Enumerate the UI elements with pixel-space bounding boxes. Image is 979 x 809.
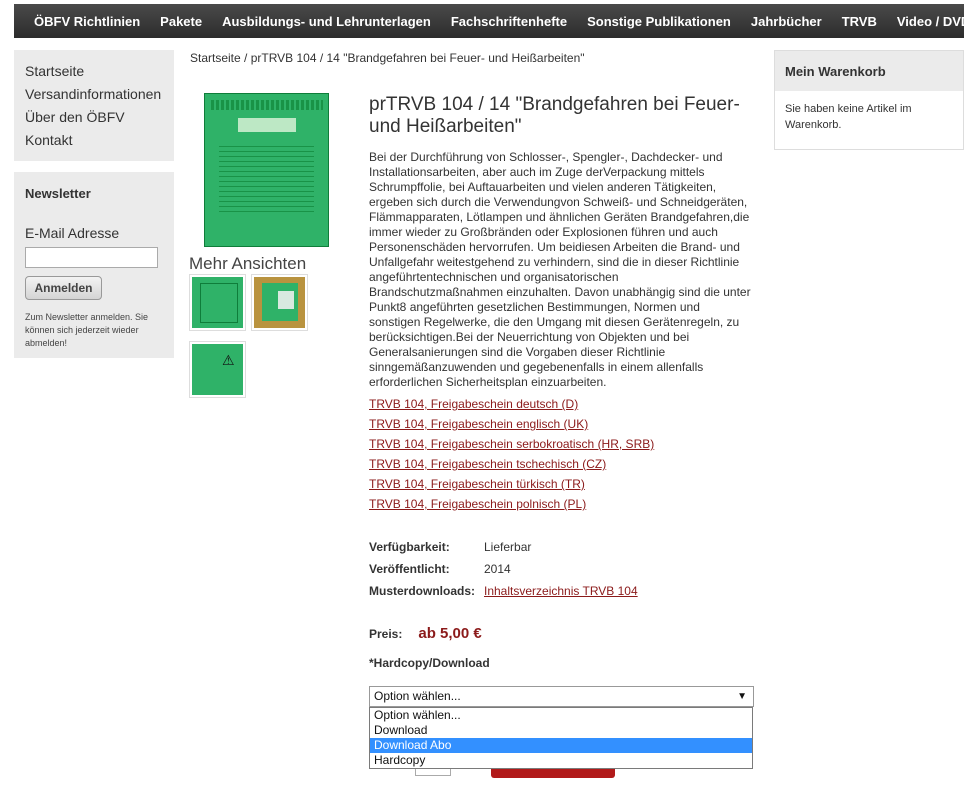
nav-video-dvd[interactable]: Video / DVD bbox=[887, 14, 979, 29]
nav-trvb[interactable]: TRVB bbox=[832, 14, 887, 29]
link-freigabeschein-de[interactable]: TRVB 104, Freigabeschein deutsch (D) bbox=[369, 394, 654, 414]
newsletter-box: Newsletter E-Mail Adresse Anmelden Zum N… bbox=[14, 172, 174, 358]
attr-value: Lieferbar bbox=[484, 540, 532, 554]
sidebar-item-ueber-den-oebfv[interactable]: Über den ÖBFV bbox=[25, 106, 163, 129]
breadcrumb: Startseite / prTRVB 104 / 14 "Brandgefah… bbox=[190, 51, 585, 65]
cart-title: Mein Warenkorb bbox=[775, 51, 963, 91]
product-description: Bei der Durchführung von Schlosser-, Spe… bbox=[369, 150, 751, 389]
link-freigabeschein-cz[interactable]: TRVB 104, Freigabeschein tschechisch (CZ… bbox=[369, 454, 654, 474]
attr-sample-downloads: Musterdownloads: Inhaltsverzeichnis TRVB… bbox=[369, 580, 638, 602]
price-label: Preis: bbox=[369, 627, 403, 641]
link-freigabeschein-uk[interactable]: TRVB 104, Freigabeschein englisch (UK) bbox=[369, 414, 654, 434]
more-views-heading: Mehr Ansichten bbox=[189, 254, 307, 273]
email-label: E-Mail Adresse bbox=[25, 225, 120, 241]
dropdown-arrow-icon: ▼ bbox=[737, 691, 747, 702]
nav-ausbildungsunterlagen[interactable]: Ausbildungs- und Lehrunterlagen bbox=[212, 14, 441, 29]
email-field[interactable] bbox=[25, 247, 158, 268]
attr-published: Veröffentlicht: 2014 bbox=[369, 558, 638, 580]
attr-availability: Verfügbarkeit: Lieferbar bbox=[369, 536, 638, 558]
cover-text-lines bbox=[219, 142, 314, 214]
price-value: ab 5,00 € bbox=[418, 625, 482, 642]
newsletter-title: Newsletter bbox=[25, 186, 91, 201]
link-freigabeschein-pl[interactable]: TRVB 104, Freigabeschein polnisch (PL) bbox=[369, 494, 654, 514]
select-value: Option wählen... bbox=[374, 689, 461, 703]
cover-header-decoration bbox=[211, 100, 323, 110]
download-links: TRVB 104, Freigabeschein deutsch (D) TRV… bbox=[369, 394, 654, 514]
thumbnail-1[interactable] bbox=[189, 274, 246, 331]
sidebar-item-versandinformationen[interactable]: Versandinformationen bbox=[25, 83, 163, 106]
product-attributes: Verfügbarkeit: Lieferbar Veröffentlicht:… bbox=[369, 536, 638, 602]
sidebar-item-startseite[interactable]: Startseite bbox=[25, 60, 163, 83]
option-select[interactable]: Option wählen... ▼ bbox=[369, 686, 754, 707]
nav-oebfv-richtlinien[interactable]: ÖBFV Richtlinien bbox=[24, 14, 150, 29]
option-item-highlighted[interactable]: Download Abo bbox=[370, 738, 752, 753]
nav-sonstige-publikationen[interactable]: Sonstige Publikationen bbox=[577, 14, 741, 29]
newsletter-note: Zum Newsletter anmelden. Sie können sich… bbox=[25, 312, 149, 348]
product-main-image[interactable] bbox=[204, 93, 329, 247]
sidebar-navigation: Startseite Versandinformationen Über den… bbox=[14, 50, 174, 161]
attr-label: Veröffentlicht: bbox=[369, 562, 450, 576]
top-navigation: ÖBFV Richtlinien Pakete Ausbildungs- und… bbox=[14, 4, 970, 38]
nav-pakete[interactable]: Pakete bbox=[150, 14, 212, 29]
link-freigabeschein-hr-srb[interactable]: TRVB 104, Freigabeschein serbokroatisch … bbox=[369, 434, 654, 454]
price-block: Preis: ab 5,00 € bbox=[369, 625, 482, 642]
option-item[interactable]: Option wählen... bbox=[370, 708, 752, 723]
product-title: prTRVB 104 / 14 "Brandgefahren bei Feuer… bbox=[369, 94, 740, 137]
option-dropdown-list: Option wählen... Download Download Abo H… bbox=[369, 707, 753, 769]
cart-box: Mein Warenkorb Sie haben keine Artikel i… bbox=[774, 50, 964, 150]
link-freigabeschein-tr[interactable]: TRVB 104, Freigabeschein türkisch (TR) bbox=[369, 474, 654, 494]
thumbnail-2[interactable] bbox=[251, 274, 308, 331]
attr-label: Verfügbarkeit: bbox=[369, 540, 450, 554]
attr-value: 2014 bbox=[484, 562, 511, 576]
attr-label: Musterdownloads: bbox=[369, 584, 476, 598]
nav-jahrbuecher[interactable]: Jahrbücher bbox=[741, 14, 832, 29]
sidebar-item-kontakt[interactable]: Kontakt bbox=[25, 129, 163, 152]
nav-fachschriftenhefte[interactable]: Fachschriftenhefte bbox=[441, 14, 577, 29]
thumbnail-3[interactable] bbox=[189, 341, 246, 398]
cover-title-label bbox=[238, 118, 296, 132]
option-item[interactable]: Download bbox=[370, 723, 752, 738]
cart-empty-message: Sie haben keine Artikel im Warenkorb. bbox=[785, 103, 912, 131]
option-item[interactable]: Hardcopy bbox=[370, 753, 752, 768]
subscribe-button[interactable]: Anmelden bbox=[25, 276, 102, 300]
option-label: *Hardcopy/Download bbox=[369, 656, 490, 670]
sample-download-link[interactable]: Inhaltsverzeichnis TRVB 104 bbox=[484, 584, 638, 598]
